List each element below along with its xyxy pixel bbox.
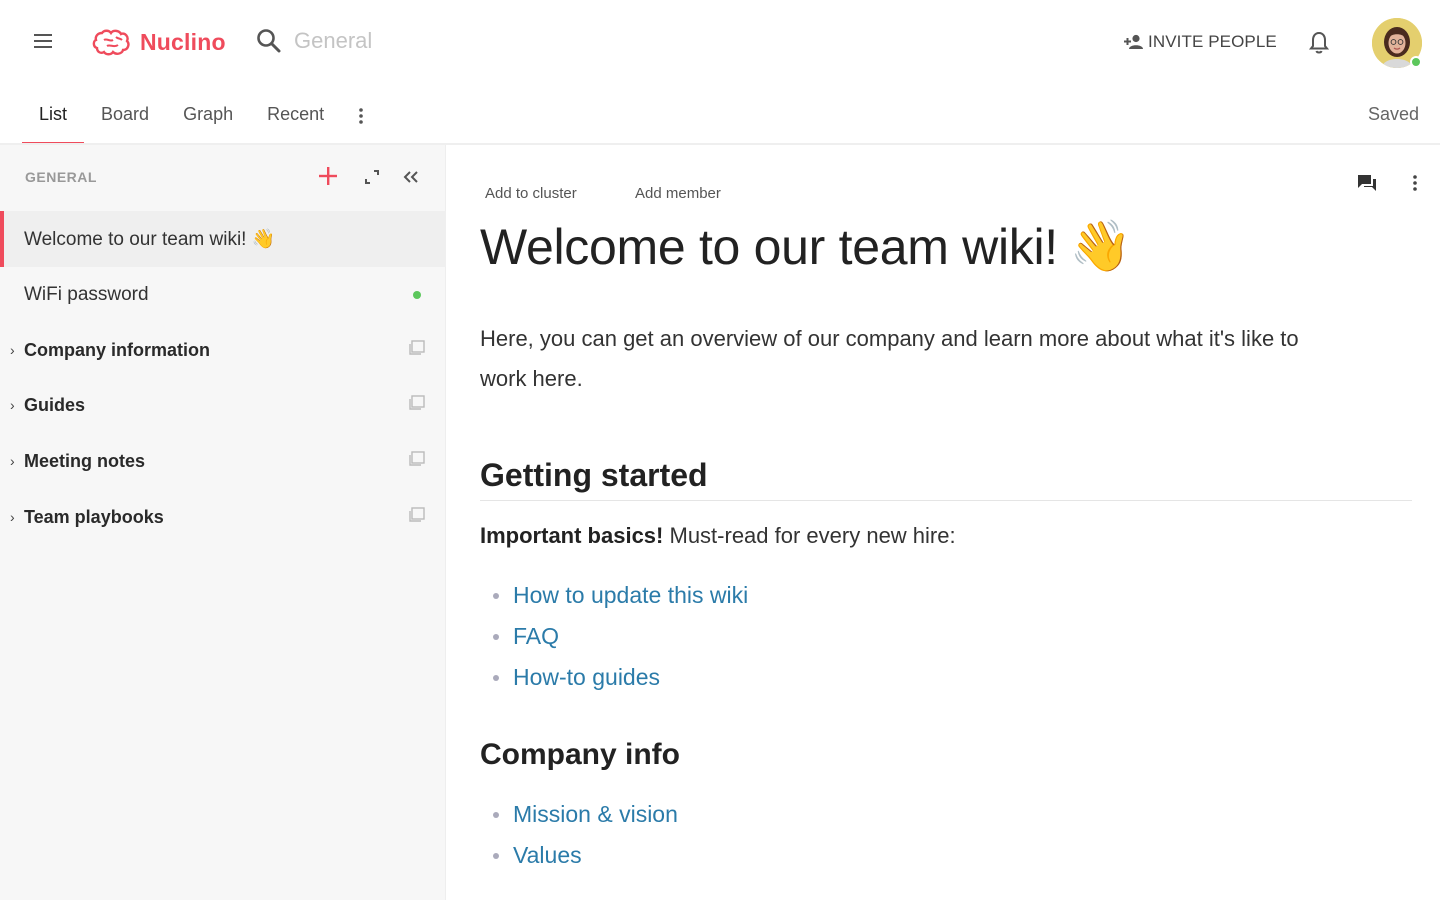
expand-icon[interactable] [364,169,380,190]
add-person-icon [1124,34,1143,49]
hamburger-icon[interactable] [34,34,56,52]
sidebar: GENERAL Welcome to our team wiki! 👋 WiFi… [0,145,446,900]
bullet [493,674,499,681]
document-title[interactable]: Welcome to our team wiki! 👋 [480,217,1132,276]
sidebar-item-label: Company information [24,339,211,360]
waving-hand-emoji: 👋 [1069,218,1132,274]
invite-people-label: INVITE PEOPLE [1148,32,1277,51]
list-item: Values [493,835,678,876]
heading-divider [480,500,1412,501]
bullet [493,811,499,818]
document-pane: Add to cluster Add member Welcome to our… [447,145,1440,900]
bullet [493,852,499,859]
document-title-text: Welcome to our team wiki! [480,218,1058,275]
add-item-icon[interactable] [317,165,339,192]
cluster-icon [408,506,426,528]
save-status: Saved [1367,104,1419,124]
sidebar-item-label: Welcome to our team wiki! 👋 [24,229,276,250]
company-info-heading: Company info [480,738,680,771]
tab-graph[interactable]: Graph [166,96,250,144]
link-how-to-guides[interactable]: How-to guides [513,664,660,691]
tab-list[interactable]: List [22,96,85,144]
brain-logo-icon [92,29,130,56]
sidebar-item-team-playbooks[interactable]: › Team playbooks [0,489,446,545]
sidebar-item-company-information[interactable]: › Company information [0,322,446,378]
company-info-list: Mission & vision Values [493,794,678,876]
list-item: How to update this wiki [493,575,748,616]
list-item: Mission & vision [493,794,678,835]
search-input[interactable] [294,28,594,54]
sidebar-item-welcome[interactable]: Welcome to our team wiki! 👋 [0,211,446,267]
sidebar-item-label: WiFi password [24,284,149,305]
cluster-icon [408,394,426,416]
search-bar[interactable] [256,28,594,54]
more-tabs-icon[interactable] [341,96,381,144]
basics-bold-text: Important basics! [480,523,664,548]
getting-started-list: How to update this wiki FAQ How-to guide… [493,575,748,698]
cluster-icon [408,450,426,472]
bell-icon[interactable] [1308,31,1330,60]
list-item: FAQ [493,616,748,657]
top-bar: Nuclino INVITE PEOPLE [0,0,1440,88]
tab-recent[interactable]: Recent [250,96,341,144]
invite-people-button[interactable]: INVITE PEOPLE [1124,32,1277,52]
chevron-right-icon[interactable]: › [10,453,15,469]
bullet [493,592,499,599]
intro-paragraph: Here, you can get an overview of our com… [480,326,1299,391]
list-item: How-to guides [493,657,748,698]
online-indicator [413,291,421,299]
getting-started-heading: Getting started [480,457,708,493]
add-to-cluster-button[interactable]: Add to cluster [485,185,577,202]
link-mission-vision[interactable]: Mission & vision [513,801,678,828]
comment-icon[interactable] [1357,173,1377,198]
tab-board[interactable]: Board [84,96,166,144]
chevron-right-icon[interactable]: › [10,342,15,358]
sidebar-item-wifi-password[interactable]: WiFi password [0,267,446,323]
search-icon [257,29,281,53]
basics-text: Must-read for every new hire: [663,523,956,548]
collapse-sidebar-icon[interactable] [402,169,420,190]
add-member-button[interactable]: Add member [635,185,721,202]
sidebar-item-meeting-notes[interactable]: › Meeting notes [0,433,446,489]
sidebar-item-label: Meeting notes [24,450,146,471]
link-values[interactable]: Values [513,842,582,869]
chevron-right-icon[interactable]: › [10,509,15,525]
sidebar-item-guides[interactable]: › Guides [0,377,446,433]
sidebar-item-label: Team playbooks [24,506,164,527]
sidebar-item-label: Guides [24,394,86,415]
basics-paragraph: Important basics! Must-read for every ne… [480,523,956,549]
chevron-right-icon[interactable]: › [10,397,15,413]
cluster-icon [408,339,426,361]
bullet [493,633,499,640]
view-tabs: List Board Graph Recent [22,96,381,144]
more-options-icon[interactable] [1413,175,1417,196]
nuclino-logo[interactable]: Nuclino [92,24,226,60]
online-status-indicator [1410,56,1422,68]
logo-text: Nuclino [140,28,226,55]
link-faq[interactable]: FAQ [513,623,559,650]
workspace-heading: GENERAL [25,169,97,185]
link-how-to-update-wiki[interactable]: How to update this wiki [513,582,748,609]
